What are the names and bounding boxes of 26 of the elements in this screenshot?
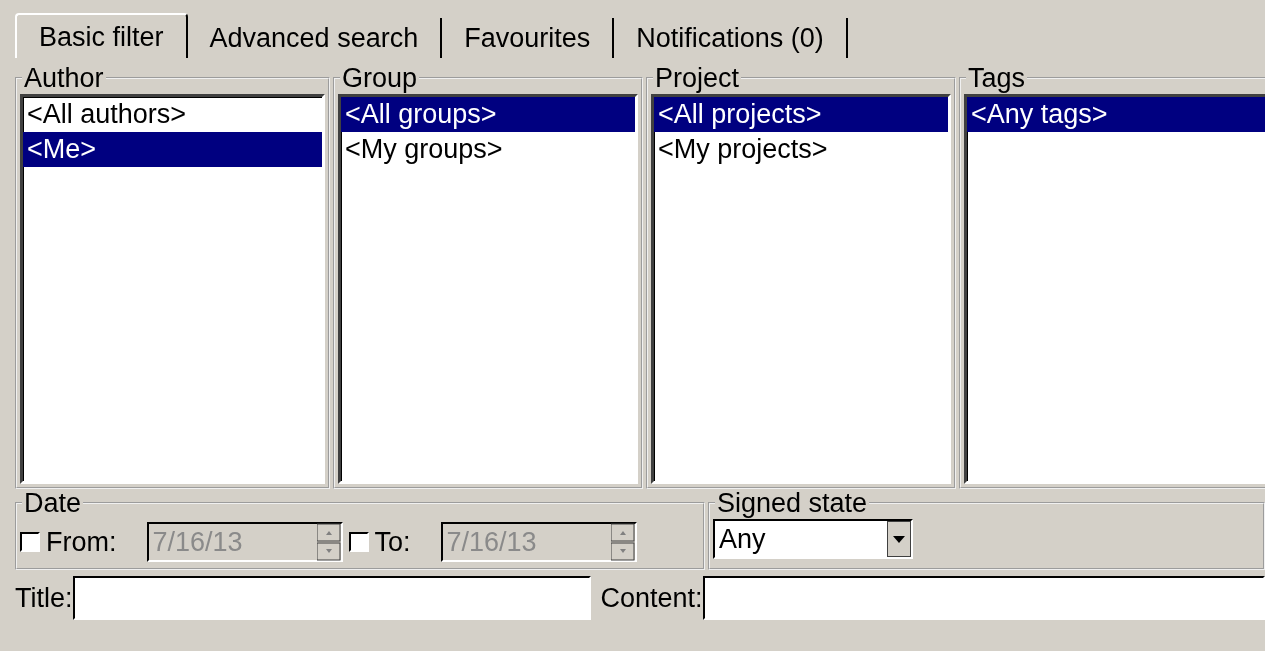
group-label: Author	[23, 64, 105, 92]
list-item[interactable]: <All projects>	[654, 97, 948, 132]
caret-icon[interactable]	[887, 521, 911, 557]
group-label: Project	[654, 64, 741, 92]
list-box[interactable]: <All groups> <My groups>	[338, 94, 638, 484]
input-field[interactable]	[702, 576, 1265, 620]
list-item[interactable]: <All authors>	[23, 97, 322, 132]
list-box[interactable]: <All projects> <My projects>	[651, 94, 951, 484]
group-label: Date	[23, 489, 83, 517]
checkbox-label: To:	[374, 526, 411, 558]
dropdown[interactable]: Any	[713, 519, 913, 559]
tab[interactable]: Basic filter	[15, 13, 188, 58]
list-item[interactable]: <Any tags>	[967, 97, 1265, 132]
list-box[interactable]: <All authors> <Me>	[20, 94, 325, 484]
list-item[interactable]: <My groups>	[341, 132, 635, 167]
field-label: Title:	[15, 582, 73, 614]
checkbox-label: From:	[46, 526, 117, 558]
list-item[interactable]: <Me>	[23, 132, 322, 167]
field-label: Content:	[600, 582, 703, 614]
group-label: Group	[341, 64, 419, 92]
list-item[interactable]: <All groups>	[341, 97, 635, 132]
group-label: Signed state	[716, 489, 869, 517]
list-box[interactable]: <Any tags>	[964, 94, 1265, 484]
list-item[interactable]: <My projects>	[654, 132, 948, 167]
input-field[interactable]	[72, 576, 591, 620]
group-label: Tags	[967, 64, 1027, 92]
